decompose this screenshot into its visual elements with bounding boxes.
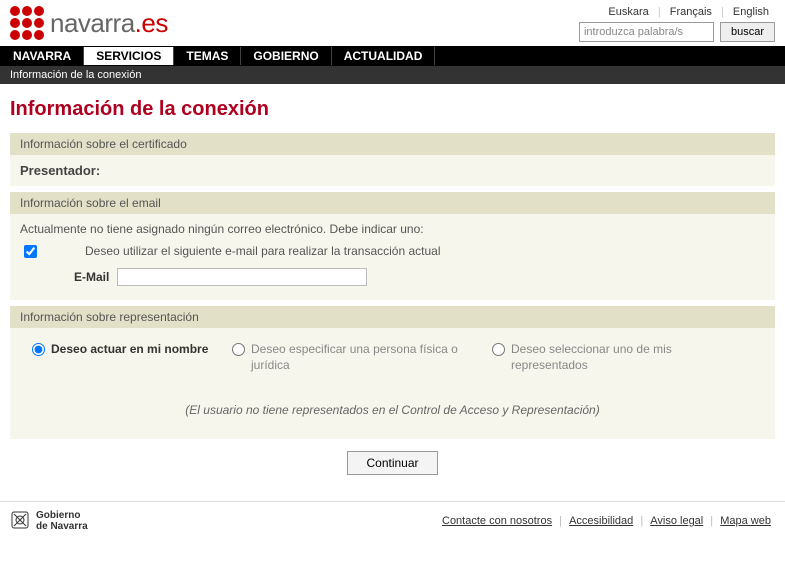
lang-english[interactable]: English [733,6,769,18]
rep-option-person: Deseo especificar una persona física o j… [224,342,474,373]
footer-sitemap[interactable]: Mapa web [720,515,771,527]
rep-label-person: Deseo especificar una persona física o j… [251,342,474,373]
rep-section-body: Deseo actuar en mi nombre Deseo especifi… [10,328,775,439]
logo-suffix: .es [135,8,168,38]
rep-option-self: Deseo actuar en mi nombre [24,342,214,373]
no-representatives-msg: (El usuario no tiene representados en el… [20,397,765,431]
presenter-label: Presentador: [20,163,100,178]
page-title: Información de la conexión [10,98,775,121]
footer: Gobierno de Navarra Contacte con nosotro… [0,501,785,544]
email-note: Actualmente no tiene asignado ningún cor… [20,222,765,236]
use-email-label: Deseo utilizar el siguiente e-mail para … [85,244,441,258]
rep-label-represented: Deseo seleccionar uno de mis representad… [511,342,724,373]
main-nav: NAVARRA SERVICIOS TEMAS GOBIERNO ACTUALI… [0,46,785,66]
email-input-row: E-Mail [74,268,765,286]
lang-francais[interactable]: Français [670,6,712,18]
gov-line1: Gobierno [36,510,80,521]
email-input[interactable] [117,268,367,286]
nav-temas[interactable]: TEMAS [174,47,241,65]
logo-dots-icon [10,6,44,40]
continue-row: Continuar [10,439,775,481]
breadcrumb: Información de la conexión [0,66,785,84]
rep-radio-represented[interactable] [492,343,505,356]
continue-button[interactable]: Continuar [347,451,437,475]
search-input[interactable] [579,22,714,42]
footer-contact[interactable]: Contacte con nosotros [442,515,552,527]
search-row: buscar [579,22,775,42]
header: navarra.es Euskara | Français | English … [0,0,785,46]
rep-label-self: Deseo actuar en mi nombre [51,342,208,358]
rep-option-represented: Deseo seleccionar uno de mis representad… [484,342,724,373]
breadcrumb-text: Información de la conexión [10,69,141,81]
search-button[interactable]: buscar [720,22,775,42]
nav-gobierno[interactable]: GOBIERNO [241,47,331,65]
logo-main: navarra [50,8,135,38]
footer-links: Contacte con nosotros | Accesibilidad | … [438,515,775,527]
gov-text: Gobierno de Navarra [36,510,88,532]
rep-options: Deseo actuar en mi nombre Deseo especifi… [20,336,765,397]
cert-section-body: Presentador: [10,155,775,186]
nav-navarra[interactable]: NAVARRA [1,47,84,65]
rep-section-heading: Información sobre representación [10,306,775,328]
nav-actualidad[interactable]: ACTUALIDAD [332,47,436,65]
email-checkbox-row: Deseo utilizar el siguiente e-mail para … [20,244,765,258]
language-bar: Euskara | Français | English [579,6,775,18]
lang-euskara[interactable]: Euskara [608,6,648,18]
footer-legal[interactable]: Aviso legal [650,515,703,527]
rep-radio-self[interactable] [32,343,45,356]
email-section-heading: Información sobre el email [10,192,775,214]
footer-accessibility[interactable]: Accesibilidad [569,515,633,527]
cert-section-heading: Información sobre el certificado [10,133,775,155]
email-section-body: Actualmente no tiene asignado ningún cor… [10,214,775,300]
gov-line2: de Navarra [36,521,88,532]
coat-of-arms-icon [10,510,30,532]
site-logo[interactable]: navarra.es [10,6,168,40]
content: Información de la conexión Información s… [0,84,785,501]
rep-radio-person[interactable] [232,343,245,356]
logo-text: navarra.es [50,8,168,39]
header-right: Euskara | Français | English buscar [579,6,775,42]
nav-servicios[interactable]: SERVICIOS [84,47,174,65]
footer-left: Gobierno de Navarra [10,510,88,532]
use-email-checkbox[interactable] [24,245,37,258]
email-label: E-Mail [74,270,109,284]
